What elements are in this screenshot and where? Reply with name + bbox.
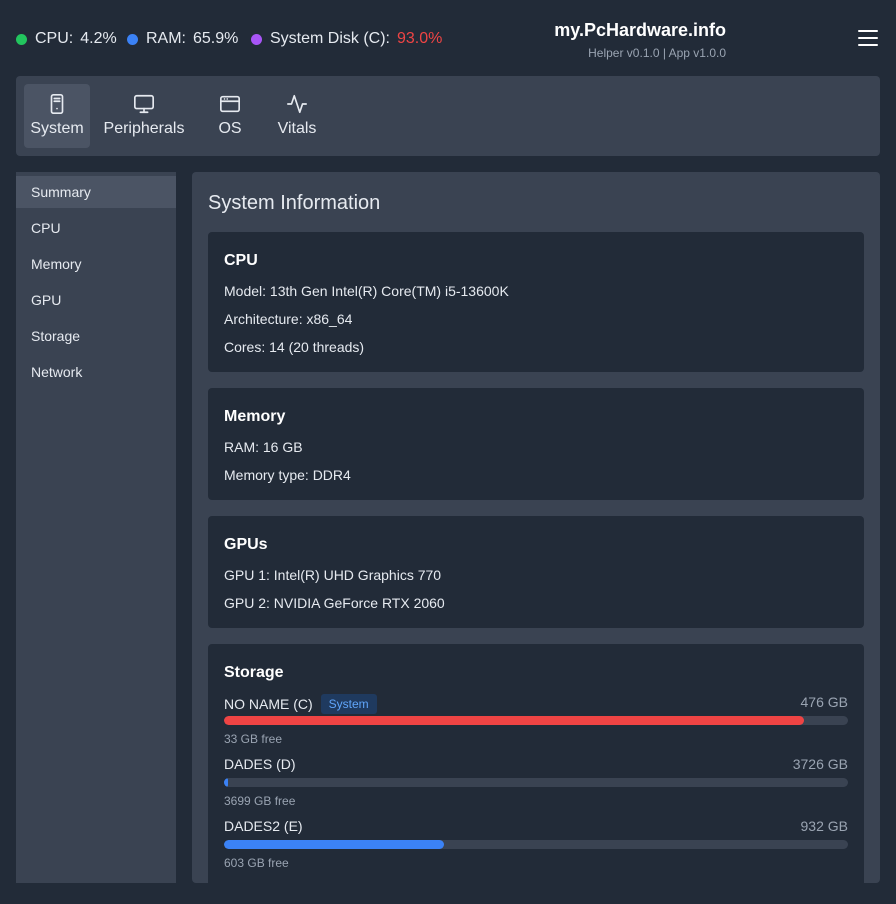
cpu-model: Model: 13th Gen Intel(R) Core(TM) i5-136… [224, 283, 509, 299]
brand: my.PcHardware.info Helper v0.1.0 | App v… [540, 20, 726, 60]
memory-ram: RAM: 16 GB [224, 439, 303, 455]
system-badge: System [320, 694, 377, 714]
drive-free: 3699 GB free [224, 794, 296, 808]
disk-usage-value: 93.0% [397, 30, 443, 47]
drive-usage-fill [224, 840, 445, 849]
drive-name: DADES (D) [224, 756, 296, 772]
gpus-card-heading: GPUs [224, 536, 268, 553]
hamburger-icon[interactable] [858, 30, 878, 46]
disk-usage-label: System Disk (C): [270, 30, 390, 47]
memory-card: Memory RAM: 16 GB Memory type: DDR4 [208, 388, 864, 500]
cpu-architecture: Architecture: x86_64 [224, 311, 353, 327]
drive-size: 3726 GB [792, 756, 848, 772]
memory-type: Memory type: DDR4 [224, 467, 351, 483]
top-bar: CPU: 4.2% RAM: 65.9% System Disk (C): 93… [0, 0, 896, 76]
tab-bar: System Peripherals OS Vitals [16, 76, 880, 156]
sidebar: Summary CPU Memory GPU Storage Network [16, 172, 176, 883]
storage-card-heading: Storage [224, 664, 284, 681]
drive-usage-bar [224, 778, 848, 787]
tower-icon [50, 94, 64, 114]
disk-usage-stat: System Disk (C): 93.0% [251, 30, 442, 48]
storage-card: Storage NO NAME (C) System 476 GB 33 GB … [208, 644, 864, 904]
sidebar-item-cpu[interactable]: CPU [16, 212, 176, 244]
tab-vitals-label: Vitals [277, 120, 317, 137]
tab-os[interactable]: OS [202, 84, 258, 148]
ram-status-dot [127, 33, 138, 45]
drive-free: 33 GB free [224, 732, 283, 746]
drive-name-wrap: NO NAME (C) System [224, 694, 377, 714]
sidebar-item-network[interactable]: Network [16, 356, 176, 388]
brand-name: my.PcHardware.info [554, 20, 726, 40]
drive-free: 603 GB free [224, 856, 289, 870]
drive-name: NO NAME (C) [224, 696, 313, 712]
drive-name-wrap: DADES2 (E) [224, 818, 303, 834]
tab-peripherals-label: Peripherals [103, 120, 185, 137]
ram-usage-stat: RAM: 65.9% [127, 30, 238, 48]
cpu-card: CPU Model: 13th Gen Intel(R) Core(TM) i5… [208, 232, 864, 372]
cpu-card-heading: CPU [224, 252, 258, 269]
drive-name-wrap: DADES (D) [224, 756, 296, 772]
version-info: Helper v0.1.0 | App v1.0.0 [588, 46, 726, 60]
drive-usage-bar [224, 716, 848, 725]
sidebar-item-memory[interactable]: Memory [16, 248, 176, 280]
cpu-cores: Cores: 14 (20 threads) [224, 339, 365, 355]
monitor-icon [134, 94, 154, 114]
drive-usage-bar [224, 840, 848, 849]
gpu-1: GPU 1: Intel(R) UHD Graphics 770 [224, 567, 442, 583]
drive-usage-fill [224, 716, 805, 725]
tab-vitals[interactable]: Vitals [266, 84, 328, 148]
drive-usage-fill [224, 778, 229, 787]
ram-usage-value: 65.9% [193, 30, 239, 47]
sidebar-item-summary[interactable]: Summary [16, 176, 176, 208]
activity-icon [287, 94, 307, 114]
tab-peripherals[interactable]: Peripherals [98, 84, 190, 148]
cpu-usage-value: 4.2% [80, 30, 117, 47]
main-panel: System Information CPU Model: 13th Gen I… [192, 172, 880, 904]
gpu-2: GPU 2: NVIDIA GeForce RTX 2060 [224, 595, 445, 611]
drive-size: 476 GB [800, 694, 848, 710]
sidebar-item-gpu[interactable]: GPU [16, 284, 176, 316]
sidebar-item-storage[interactable]: Storage [16, 320, 176, 352]
page-title: System Information [208, 192, 381, 214]
tab-system-label: System [30, 120, 84, 137]
drive-name: DADES2 (E) [224, 818, 303, 834]
tab-os-label: OS [218, 120, 242, 137]
cpu-status-dot [16, 33, 27, 45]
memory-card-heading: Memory [224, 408, 286, 425]
ram-usage-label: RAM: [146, 30, 186, 47]
cpu-usage-label: CPU: [35, 30, 74, 47]
disk-status-dot [251, 33, 262, 45]
gpus-card: GPUs GPU 1: Intel(R) UHD Graphics 770 GP… [208, 516, 864, 628]
tab-system[interactable]: System [24, 84, 90, 148]
window-icon [220, 95, 240, 113]
drive-size: 932 GB [800, 818, 848, 834]
cpu-usage-stat: CPU: 4.2% [16, 30, 117, 48]
